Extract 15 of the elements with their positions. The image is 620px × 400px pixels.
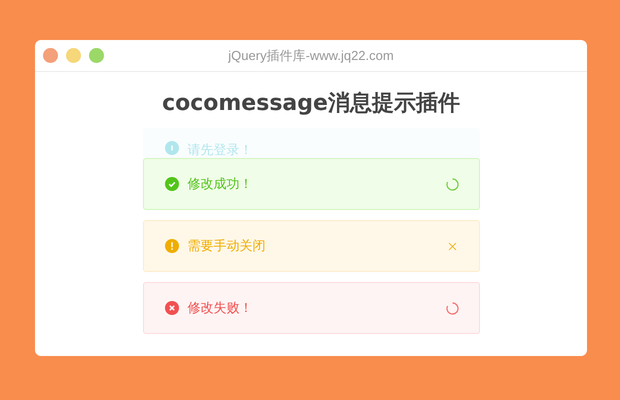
message-text: 修改失败！ — [188, 300, 254, 317]
exclamation-icon — [164, 239, 178, 253]
spinner-icon — [446, 302, 458, 314]
window-title: jQuery插件库-www.jq22.com — [227, 46, 395, 64]
message-text: 需要手动关闭 — [188, 238, 266, 255]
page-heading: cocomessage消息提示插件 — [161, 90, 461, 118]
minimize-dot[interactable] — [66, 48, 81, 63]
message-text: 修改成功！ — [188, 176, 254, 193]
spinner-icon — [446, 178, 458, 190]
message-text: 请先登录！ — [188, 142, 254, 159]
info-icon — [164, 141, 178, 155]
error-icon — [164, 301, 178, 315]
maximize-dot[interactable] — [89, 48, 104, 63]
close-dot[interactable] — [43, 48, 58, 63]
check-circle-icon — [164, 177, 178, 191]
